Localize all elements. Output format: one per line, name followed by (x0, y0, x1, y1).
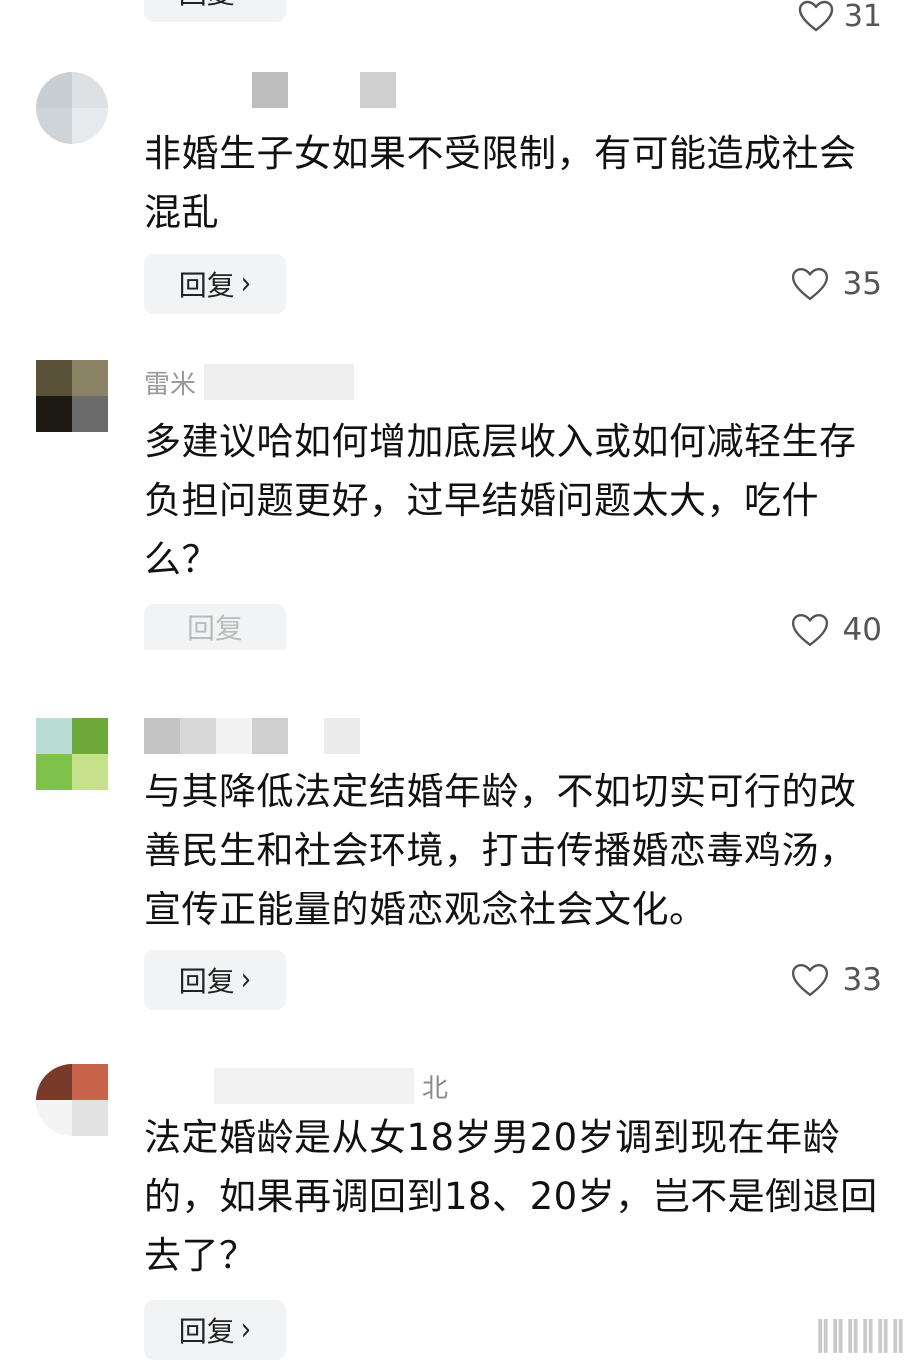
reply-label: 回复 (186, 612, 243, 645)
chevron-right-icon: › (240, 266, 252, 302)
like-count: 40 (842, 612, 882, 648)
reply-button[interactable]: 回复 (144, 604, 286, 650)
username-fragment: 北 (422, 1073, 449, 1104)
reply-label: 回复 (178, 965, 235, 998)
like-count: 35 (842, 266, 882, 302)
avatar[interactable] (36, 718, 108, 790)
comment-text: 非婚生子女如果不受限制，有可能造成社会混乱 (144, 132, 857, 234)
reply-label: 回复 (179, 0, 235, 12)
avatar[interactable] (36, 1064, 108, 1136)
like-button[interactable]: 35 (791, 254, 882, 314)
reply-button[interactable]: 回复 › (144, 1300, 286, 1360)
comment-text: 与其降低法定结婚年龄，不如切实可行的改善民生和社会环境，打击传播婚恋毒鸡汤，宣传… (144, 770, 857, 931)
reply-label: 回复 (178, 1315, 235, 1348)
like-button[interactable]: 31 (798, 0, 882, 46)
heart-outline-icon (791, 614, 828, 646)
like-button[interactable]: 40 (791, 600, 882, 660)
reply-button[interactable]: 回复 › (144, 0, 286, 22)
like-count: 31 (843, 0, 882, 34)
username[interactable] (144, 718, 360, 754)
reply-button[interactable]: 回复 › (144, 950, 286, 1010)
like-button[interactable]: 33 (791, 950, 882, 1010)
previous-comment-footer: 回复 › 31 (0, 0, 922, 40)
like-count: 33 (842, 962, 882, 998)
username-fragment: 雷米 (144, 369, 197, 400)
reply-button[interactable]: 回复 › (144, 254, 286, 314)
chevron-right-icon: › (240, 1312, 252, 1348)
avatar[interactable] (36, 72, 108, 144)
comment-text: 法定婚龄是从女18岁男20岁调到现在年龄的，如果再调回到18、20岁，岂不是倒退… (144, 1116, 878, 1277)
heart-outline-icon (791, 268, 828, 300)
avatar[interactable] (36, 360, 108, 432)
username[interactable] (144, 72, 396, 108)
watermark-logo: ‖‖‖‖‖‖ (814, 1314, 906, 1354)
heart-outline-icon (798, 0, 834, 32)
username[interactable]: 雷米 (144, 364, 355, 400)
reply-label: 回复 (178, 269, 235, 302)
username[interactable]: 北 (144, 1068, 448, 1104)
heart-outline-icon (791, 964, 828, 996)
chevron-right-icon: › (241, 0, 251, 8)
comment-text: 多建议哈如何增加底层收入或如何减轻生存负担问题更好，过早结婚问题太大，吃什么？ (144, 420, 857, 581)
chevron-right-icon: › (240, 962, 252, 998)
